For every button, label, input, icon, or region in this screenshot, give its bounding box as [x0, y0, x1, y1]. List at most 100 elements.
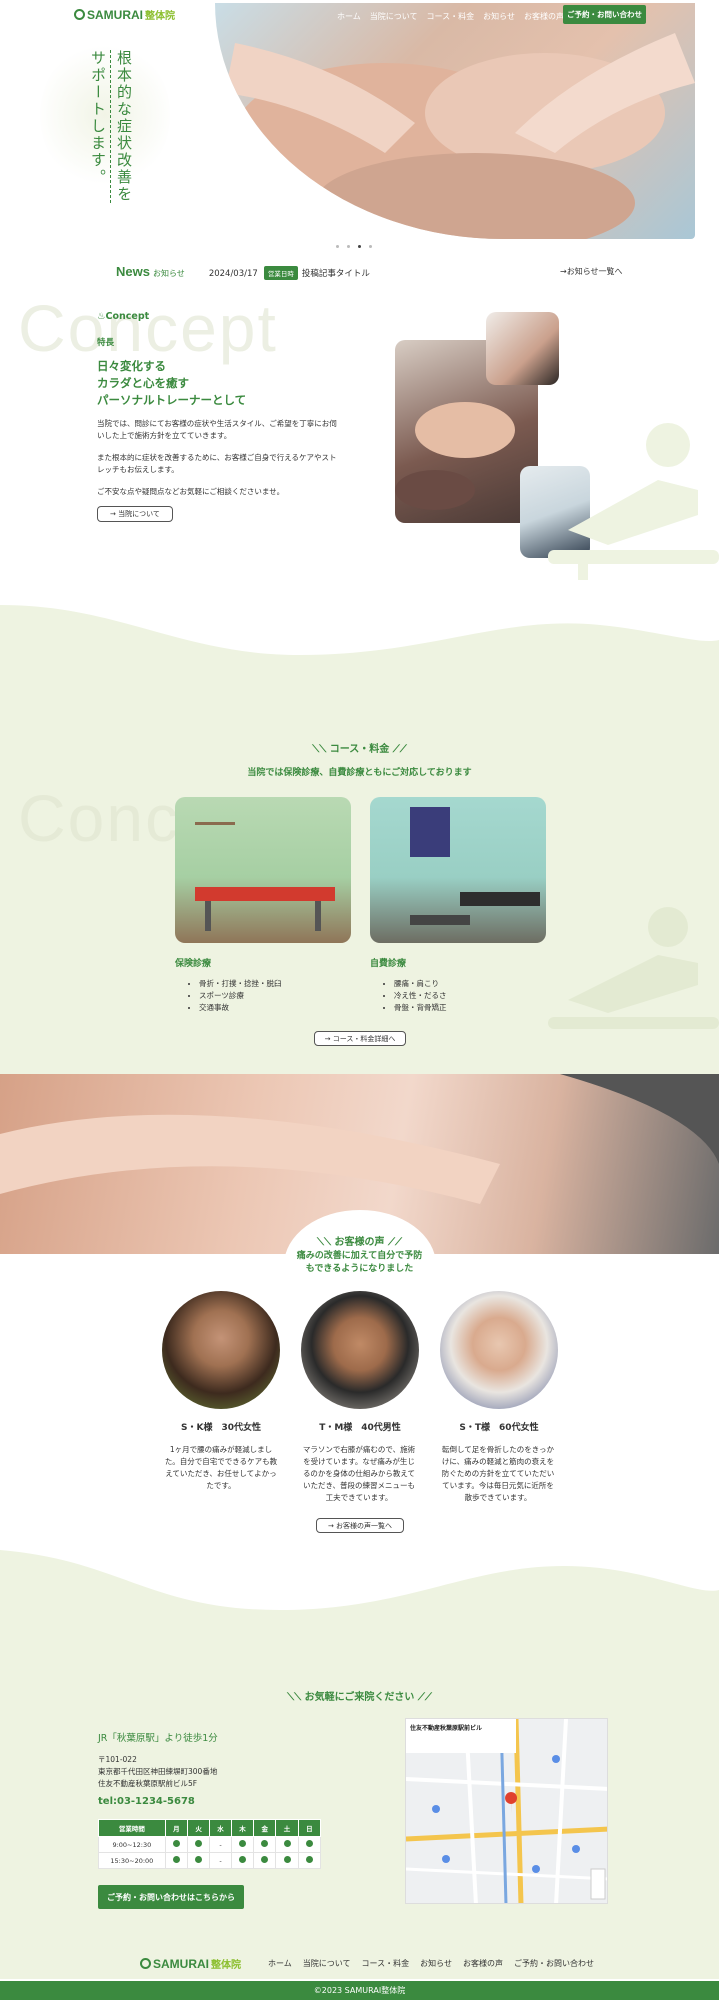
footer-nav-voice[interactable]: お客様の声	[463, 1958, 503, 1969]
deco-right-icon: ⟋⟋	[414, 1692, 432, 1703]
nav-news[interactable]: お知らせ	[483, 11, 515, 22]
open-dot	[239, 1856, 246, 1863]
map-embed[interactable]: 住友不動産秋葉原駅前ビル	[405, 1718, 608, 1904]
deco-left-icon: ⟍⟍	[312, 744, 330, 755]
logo[interactable]: SAMURAI 整体院	[74, 7, 175, 22]
news-title-jp: お知らせ	[152, 269, 185, 278]
header-nav: ホーム 当院について コース・料金 お知らせ お客様の声	[328, 11, 564, 22]
voice-name-3: S・T様 60代女性	[459, 1423, 539, 1433]
map-place-label: 住友不動産秋葉原駅前ビル	[410, 1725, 483, 1732]
deco-right-icon: ⟋⟋	[384, 1237, 402, 1248]
open-dot	[305, 1856, 313, 1863]
voice-text-3: 転倒して足を骨折したのをきっかけに、痛みの軽減と筋肉の衰えを防ぐための方針を立て…	[441, 1445, 555, 1502]
concept-label: ♨Concept	[97, 311, 150, 322]
footer-logo-jp: 整体院	[211, 1960, 241, 1971]
logo-text: SAMURAI	[87, 7, 143, 22]
news-bar: News お知らせ 2024/03/17 営業日時 投稿記事タイトル	[116, 264, 370, 280]
hero-image	[215, 3, 695, 239]
footer-nav-news[interactable]: お知らせ	[420, 1958, 452, 1969]
voice-sub: 痛みの改善に加えて自分で予防 もできるようになりました	[296, 1251, 423, 1274]
open-dot	[283, 1840, 291, 1847]
hours-row-evening: 15:30~20:00 -	[98, 1852, 322, 1869]
voice-name-1: S・K様 30代女性	[181, 1423, 261, 1433]
wave-access	[0, 1550, 719, 1640]
open-dot	[305, 1840, 313, 1847]
concept-photo-top	[486, 312, 559, 385]
voice-title: ⟍⟍ お客様の声 ⟋⟋	[317, 1237, 402, 1248]
open-dot	[195, 1840, 203, 1847]
deco-right-icon: ⟋⟋	[389, 744, 407, 755]
news-more-link[interactable]: →お知らせ一覧へ	[560, 266, 623, 277]
copyright-bar: ©2023 SAMURAI整体院	[0, 1981, 719, 2000]
open-dot	[261, 1856, 269, 1863]
logo-icon	[74, 9, 85, 20]
logo-icon	[140, 1958, 151, 1969]
news-date: 2024/03/17	[208, 269, 258, 279]
voice-more-button[interactable]: → お客様の声一覧へ	[316, 1518, 404, 1533]
access-title: ⟍⟍ お気軽にご来院ください ⟋⟋	[287, 1692, 432, 1703]
slider-dot[interactable]	[347, 245, 350, 248]
deco-left-icon: ⟍⟍	[287, 1692, 305, 1703]
course-photo-private	[370, 797, 546, 943]
open-dot	[172, 1856, 180, 1863]
hours-table: 営業時間 月 火 水 木 金 土 日 9:00~12:30 - 15:30~20…	[98, 1819, 322, 1869]
news-post-title[interactable]: 投稿記事タイトル	[302, 267, 370, 279]
footer-logo[interactable]: SAMURAI 整体院	[140, 1956, 241, 1971]
slider-dots	[336, 245, 372, 248]
slider-dot[interactable]	[336, 245, 339, 248]
voice-avatar-1	[162, 1291, 280, 1409]
open-dot	[283, 1856, 291, 1863]
voice-avatar-2	[301, 1291, 419, 1409]
nav-voice[interactable]: お客様の声	[524, 11, 564, 22]
nav-course[interactable]: コース・料金	[427, 11, 475, 22]
course-sub: 当院では保険診療、自費診療ともにご対応しております	[247, 768, 472, 778]
header-cta-button[interactable]: ご予約・お問い合わせ	[563, 5, 646, 24]
massage-icon-watermark	[548, 423, 719, 580]
concept-text: 当院では、問診にてお客様の症状や生活スタイル、ご希望を丁寧にお伺いした上で施術方…	[97, 419, 337, 496]
slider-dot-active[interactable]	[358, 245, 361, 248]
hero-tagline-2: サポートします。	[89, 50, 107, 186]
slider-dot[interactable]	[369, 245, 372, 248]
open-dot	[172, 1840, 180, 1847]
voice-avatar-3	[440, 1291, 558, 1409]
concept-sub: 特長	[97, 338, 115, 348]
access-tel[interactable]: tel:03-1234-5678	[98, 1796, 195, 1807]
course-name-insurance: 保険診療	[175, 959, 212, 969]
massage-icon-watermark-2	[548, 907, 719, 1029]
footer-nav-course[interactable]: コース・料金	[362, 1958, 410, 1969]
about-button[interactable]: → 当院について	[97, 506, 173, 522]
nav-about[interactable]: 当院について	[370, 11, 418, 22]
course-list-private: 腰痛・肩こり 冷え性・だるさ 骨盤・背骨矯正	[394, 978, 447, 1014]
voice-text-1: 1ヶ月で腰の痛みが軽減しました。自分で自宅でできるケアも教えていただき、お任せし…	[164, 1445, 278, 1490]
footer-logo-text: SAMURAI	[153, 1956, 209, 1971]
open-dot	[195, 1856, 203, 1863]
course-photo-insurance	[175, 797, 351, 943]
course-list-insurance: 骨折・打撲・捻挫・脱臼 スポーツ診療 交通事故	[199, 978, 282, 1014]
nav-home[interactable]: ホーム	[337, 11, 361, 22]
hours-header-row: 営業時間 月 火 水 木 金 土 日	[98, 1819, 322, 1837]
access-address: 〒101-022 東京都千代田区神田練塀町300番地 住友不動産秋葉原駅前ビル5…	[98, 1755, 218, 1788]
deco-left-icon: ⟍⟍	[317, 1237, 335, 1248]
concept-heading: 日々変化する カラダと心を癒す パーソナルトレーナーとして	[97, 359, 247, 407]
concept-ghost-text: Concept	[18, 291, 278, 365]
wave-top	[0, 605, 719, 685]
footer-nav: ホーム 当院について コース・料金 お知らせ お客様の声 ご予約・お問い合わせ	[268, 1958, 594, 1969]
news-title-en: News	[116, 264, 150, 279]
open-dot	[261, 1840, 269, 1847]
open-dot	[239, 1840, 246, 1847]
footer-nav-home[interactable]: ホーム	[268, 1958, 292, 1969]
voice-text-2: マラソンで右膝が痛むので、施術を受けています。なぜ痛みが生じるのかを身体の仕組み…	[302, 1445, 416, 1502]
course-title: ⟍⟍ コース・料金 ⟋⟋	[312, 744, 407, 755]
hero-tagline-1: 根本的な症状改善を	[110, 50, 135, 203]
footer-nav-about[interactable]: 当院について	[303, 1958, 351, 1969]
footer-nav-contact[interactable]: ご予約・お問い合わせ	[514, 1958, 594, 1969]
copyright: ©2023 SAMURAI整体院	[313, 1986, 406, 1995]
leaf-icon: ♨	[97, 311, 106, 322]
course-detail-button[interactable]: → コース・料金詳細へ	[314, 1031, 406, 1046]
voice-name-2: T・M様 40代男性	[319, 1423, 401, 1433]
course-name-private: 自費診療	[370, 959, 407, 969]
logo-jp: 整体院	[145, 11, 175, 22]
hours-row-morning: 9:00~12:30 -	[98, 1836, 322, 1853]
access-cta-button[interactable]: ご予約・お問い合わせはこちらから	[98, 1885, 244, 1909]
access-station: JR「秋葉原駅」より徒歩1分	[98, 1733, 218, 1744]
